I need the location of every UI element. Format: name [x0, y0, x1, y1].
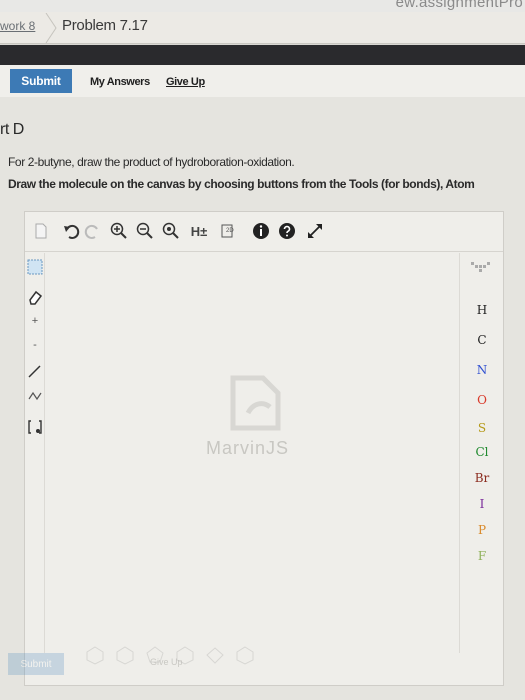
atom-button-s[interactable]: S: [460, 421, 504, 435]
content-area: rt D For 2-butyne, draw the product of h…: [0, 97, 525, 700]
atom-button-h[interactable]: H: [460, 303, 504, 317]
url-text: ew.assignmentPro: [395, 0, 523, 11]
atom-button-f[interactable]: F: [460, 549, 504, 563]
editor-toolbar: H± 2D: [25, 212, 503, 252]
bracket-tool-icon[interactable]: [27, 419, 43, 435]
left-tool-palette: + -: [25, 253, 45, 653]
hydrogen-toggle-button[interactable]: H±: [185, 221, 213, 241]
svg-text:2D: 2D: [226, 228, 234, 234]
atom-button-o[interactable]: O: [460, 393, 504, 407]
atom-button-cl[interactable]: Cl: [460, 445, 504, 459]
template-ring-icons[interactable]: [85, 645, 285, 665]
action-bar: Submit My Answers Give Up: [0, 65, 525, 97]
breadcrumb: work 8 Problem 7.17: [0, 12, 525, 44]
new-document-icon[interactable]: [31, 221, 51, 241]
breadcrumb-previous-link[interactable]: work 8: [0, 19, 35, 33]
chain-tool-icon[interactable]: [27, 387, 43, 403]
question-instructions: Draw the molecule on the canvas by choos…: [8, 177, 475, 191]
charge-plus-icon[interactable]: +: [27, 313, 43, 329]
info-icon[interactable]: [251, 221, 271, 241]
atom-button-c[interactable]: C: [460, 333, 504, 347]
my-answers-link[interactable]: My Answers: [90, 76, 150, 88]
ghost-submit-button[interactable]: Submit: [8, 653, 64, 675]
undo-icon[interactable]: [61, 221, 81, 241]
eraser-icon[interactable]: [27, 289, 43, 305]
molecule-editor: H± 2D + - MarvinJS H C N O S Cl Br I P F: [24, 211, 504, 686]
drawing-canvas[interactable]: MarvinJS: [46, 253, 459, 643]
zoom-in-icon[interactable]: [109, 221, 129, 241]
page-title: Problem 7.17: [62, 17, 148, 34]
marvin-logo-icon: [230, 375, 281, 431]
single-bond-icon[interactable]: [27, 363, 43, 379]
periodic-table-icon[interactable]: [470, 261, 494, 276]
chevron-right-icon: [45, 13, 57, 43]
marvin-watermark: MarvinJS: [206, 438, 290, 458]
zoom-fit-icon[interactable]: [161, 221, 181, 241]
atom-palette: H C N O S Cl Br I P F: [459, 253, 503, 653]
atom-button-i[interactable]: I: [460, 497, 504, 511]
atom-button-br[interactable]: Br: [460, 471, 504, 485]
2d-clean-icon[interactable]: 2D: [219, 221, 239, 241]
help-icon[interactable]: [277, 221, 297, 241]
part-title: rt D: [0, 121, 24, 138]
selection-tool-icon[interactable]: [27, 259, 43, 275]
redo-icon[interactable]: [83, 221, 103, 241]
question-text: For 2-butyne, draw the product of hydrob…: [8, 155, 295, 169]
submit-button[interactable]: Submit: [10, 69, 72, 93]
atom-button-n[interactable]: N: [460, 363, 504, 377]
give-up-link[interactable]: Give Up: [166, 76, 205, 88]
zoom-out-icon[interactable]: [135, 221, 155, 241]
atom-button-p[interactable]: P: [460, 523, 504, 537]
ghost-text: Give Up: [150, 657, 183, 667]
browser-url-strip: ew.assignmentPro: [0, 0, 525, 12]
header-band: [0, 45, 525, 65]
charge-minus-icon[interactable]: -: [27, 337, 43, 353]
fullscreen-icon[interactable]: [305, 221, 325, 241]
